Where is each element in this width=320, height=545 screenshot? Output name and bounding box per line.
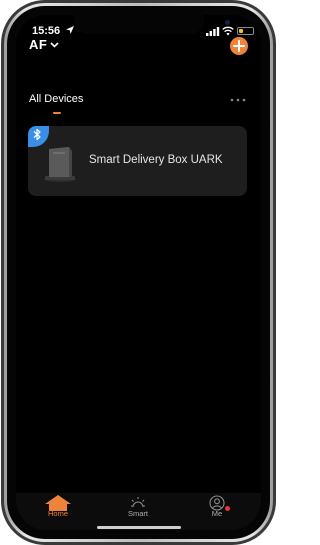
notch: [74, 15, 230, 34]
device-name: Smart Delivery Box UARK: [89, 154, 223, 166]
phone-frame: 15:56 AF All Devices Smart Delivery Box …: [0, 0, 277, 545]
tab-active-indicator: [53, 112, 61, 114]
tab-smart-label: Smart: [127, 509, 148, 518]
plus-icon: [233, 40, 245, 52]
tab-me[interactable]: Me: [187, 493, 247, 530]
signal-icon: [206, 27, 220, 36]
tab-smart[interactable]: Smart: [108, 493, 168, 530]
battery-level: [239, 29, 243, 33]
status-indicators: [206, 25, 261, 37]
app-screen: 15:56 AF All Devices Smart Delivery Box …: [16, 15, 261, 530]
chevron-down-icon[interactable]: [50, 42, 59, 48]
bottom-tab-bar: Home Smart Me: [16, 493, 261, 530]
delivery-box-image: [44, 147, 76, 182]
sun-icon: [131, 497, 145, 508]
bluetooth-icon: [33, 128, 41, 141]
tab-home[interactable]: Home: [28, 493, 88, 530]
home-indicator: [97, 526, 181, 529]
ellipsis-icon[interactable]: [230, 98, 246, 102]
location-icon: [66, 26, 74, 34]
device-card[interactable]: Smart Delivery Box UARK: [28, 126, 247, 196]
wifi-icon: [222, 26, 234, 36]
home-selector[interactable]: AF: [29, 37, 47, 52]
tab-all-devices[interactable]: All Devices: [29, 93, 83, 105]
tab-me-label: Me: [211, 509, 223, 518]
battery-icon: [237, 27, 254, 35]
add-device-button[interactable]: [230, 37, 248, 55]
tab-home-label: Home: [47, 509, 68, 518]
status-time: 15:56: [32, 25, 61, 37]
